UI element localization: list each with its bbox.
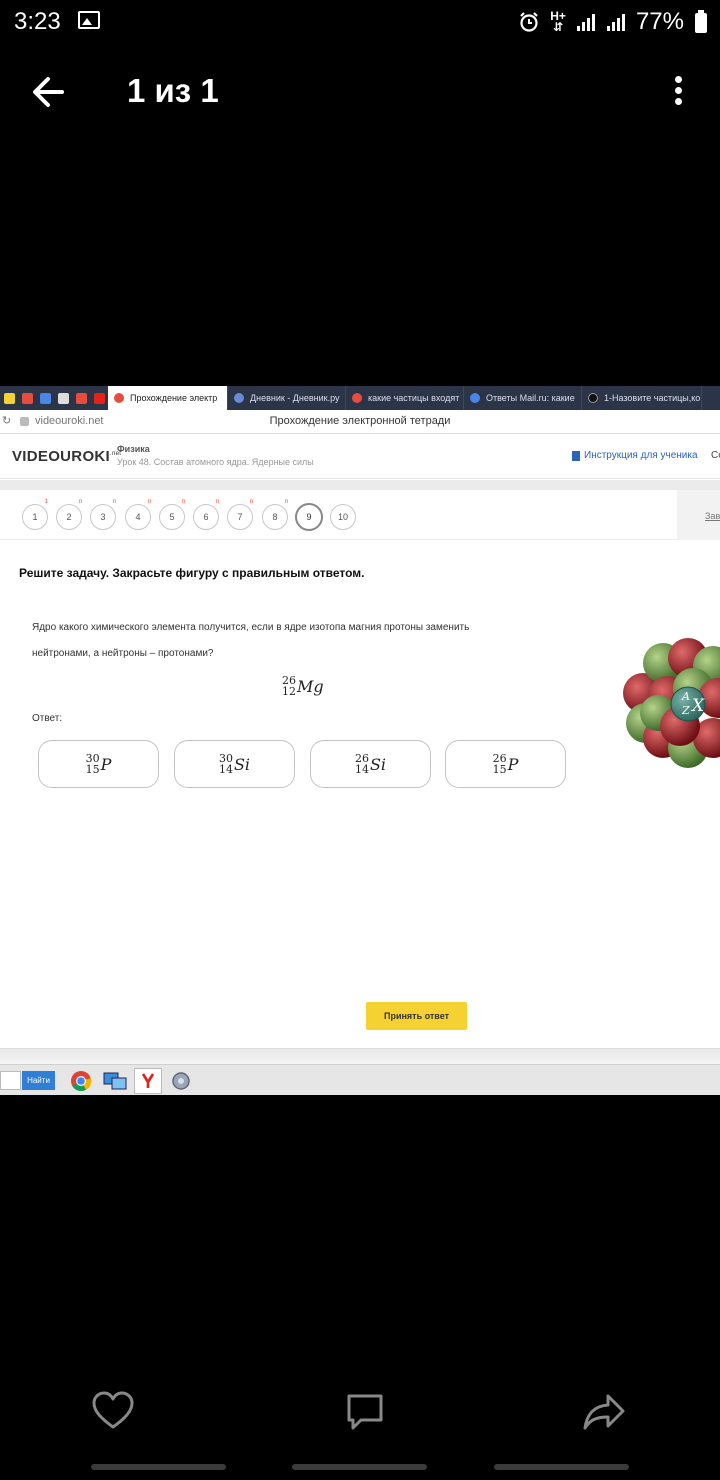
alarm-icon: [520, 12, 539, 32]
network-type: H+ ⇵: [550, 9, 566, 34]
pinned-tab[interactable]: [18, 386, 36, 410]
question-number[interactable]: 4п: [125, 499, 151, 530]
battery-icon: [695, 10, 707, 33]
browser-tab[interactable]: Прохождение электр ×: [108, 386, 228, 410]
yandex-browser-icon[interactable]: [134, 1068, 162, 1094]
signal-icon-2: [606, 14, 625, 31]
browser-tab[interactable]: какие частицы входят: [346, 386, 464, 410]
answer-label: Ответ:: [32, 713, 63, 724]
taskbar-search-input[interactable]: [0, 1071, 21, 1090]
viewer-toolbar: 1 из 1: [0, 60, 720, 124]
page-title: Прохождение электронной тетради: [269, 415, 451, 427]
network-app-icon[interactable]: [101, 1068, 129, 1094]
question-number[interactable]: 2п: [56, 499, 82, 530]
header-link-cut[interactable]: Со: [711, 450, 720, 461]
subject-label: Физика: [117, 444, 150, 454]
back-arrow-icon[interactable]: [28, 72, 72, 112]
heart-icon[interactable]: [91, 1390, 135, 1434]
gallery-notification-icon: [78, 11, 100, 29]
svg-text:Z: Z: [681, 704, 690, 717]
tab-favicon: [352, 393, 362, 403]
pinned-tab[interactable]: [0, 386, 18, 410]
question-number[interactable]: 10: [330, 504, 356, 530]
status-bar: 3:23 H+ ⇵ 77%: [0, 0, 720, 44]
viewer-title: 1 из 1: [127, 72, 219, 109]
instruction-link[interactable]: Инструкция для ученика: [572, 450, 698, 461]
share-icon[interactable]: [582, 1390, 626, 1434]
windows-taskbar: Найти: [0, 1064, 720, 1095]
lesson-title: Урок 48. Состав атомного ядра. Ядерные с…: [117, 457, 314, 467]
site-logo[interactable]: VIDEOUROKI.net: [12, 448, 121, 465]
pinned-tab[interactable]: [90, 386, 108, 410]
question-number[interactable]: 11: [22, 499, 48, 530]
browser-tab[interactable]: Дневник - Дневник.ру: [228, 386, 346, 410]
signal-icon: [576, 14, 595, 31]
pinned-tab[interactable]: [36, 386, 54, 410]
pinned-tab[interactable]: [54, 386, 72, 410]
question-number[interactable]: 3п: [90, 499, 116, 530]
question-number-current[interactable]: 9: [295, 503, 323, 531]
answer-option[interactable]: 30 15 P: [38, 740, 159, 788]
answer-option[interactable]: 26 14 Si: [310, 740, 431, 788]
question-text: Ядро какого химического элемента получит…: [32, 622, 470, 633]
browser-tab-strip: Прохождение электр × Дневник - Дневник.р…: [0, 386, 720, 410]
nav-indicator: [292, 1464, 427, 1470]
chrome-icon[interactable]: [67, 1068, 95, 1094]
finish-link[interactable]: Зав: [705, 511, 720, 521]
more-options-icon[interactable]: [668, 74, 688, 110]
battery-percent: 77%: [635, 8, 684, 35]
question-number[interactable]: 8п: [262, 499, 288, 530]
tab-favicon: [234, 393, 244, 403]
nav-indicator: [91, 1464, 226, 1470]
question-navigator: 11 2п 3п 4п 5п 6п 7п 8п 9 10 Зав: [0, 490, 720, 540]
screenshot-image: Прохождение электр × Дневник - Дневник.р…: [0, 386, 720, 1095]
tab-favicon: [588, 393, 598, 403]
settings-app-icon[interactable]: [167, 1068, 195, 1094]
browser-tab[interactable]: Ответы Mail.ru: какие: [464, 386, 582, 410]
page-footer-area: [0, 1048, 720, 1064]
pinned-tab[interactable]: [72, 386, 90, 410]
task-title: Решите задачу. Закрасьте фигуру с правил…: [19, 566, 365, 580]
tab-favicon: [114, 393, 124, 403]
nav-indicator: [494, 1464, 629, 1470]
isotope-formula: 26 12 Mg: [282, 674, 324, 698]
separator: [0, 480, 720, 490]
finish-panel: Зав: [677, 490, 720, 540]
question-number[interactable]: 6п: [193, 499, 219, 530]
address-bar: ↻ videouroki.net Прохождение электронной…: [0, 410, 720, 434]
question-number[interactable]: 7п: [227, 499, 253, 530]
tab-favicon: [470, 393, 480, 403]
status-time: 3:23: [14, 8, 61, 35]
atomic-nucleus-illustration: A Z X: [623, 638, 720, 768]
answer-option[interactable]: 26 15 P: [445, 740, 566, 788]
document-icon: [572, 450, 580, 461]
question-text: нейтронами, а нейтроны – протонами?: [32, 648, 214, 659]
svg-text:X: X: [690, 696, 705, 716]
viewer-actions: [0, 1390, 720, 1450]
browser-tab[interactable]: 1-Назовите частицы,ко: [582, 386, 702, 410]
submit-answer-button[interactable]: Принять ответ: [366, 1002, 467, 1030]
site-header: VIDEOUROKI.net Физика Урок 48. Состав ат…: [0, 435, 720, 479]
answer-option[interactable]: 30 14 Si: [174, 740, 295, 788]
svg-text:A: A: [681, 690, 690, 703]
comment-icon[interactable]: [343, 1390, 387, 1434]
question-number[interactable]: 5п: [159, 499, 185, 530]
taskbar-find-button[interactable]: Найти: [22, 1071, 55, 1090]
